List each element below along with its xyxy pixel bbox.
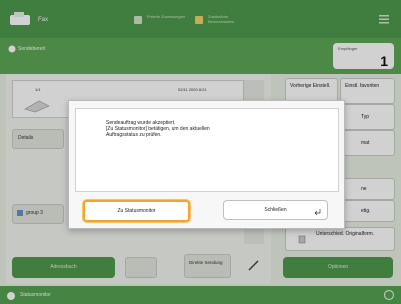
dialog-message-box: Sendeauftrag wurde akzeptiert. [Zu Statu… [75, 108, 339, 192]
to-status-monitor-button[interactable]: Zu Statusmonitor [83, 200, 190, 222]
dialog-line-3: Auftragsstatus zu prüfen. [106, 132, 162, 138]
enter-icon [314, 209, 321, 215]
close-button[interactable]: Schließen [223, 200, 328, 220]
send-accepted-dialog: Sendeauftrag wurde akzeptiert. [Zu Statu… [68, 100, 345, 229]
